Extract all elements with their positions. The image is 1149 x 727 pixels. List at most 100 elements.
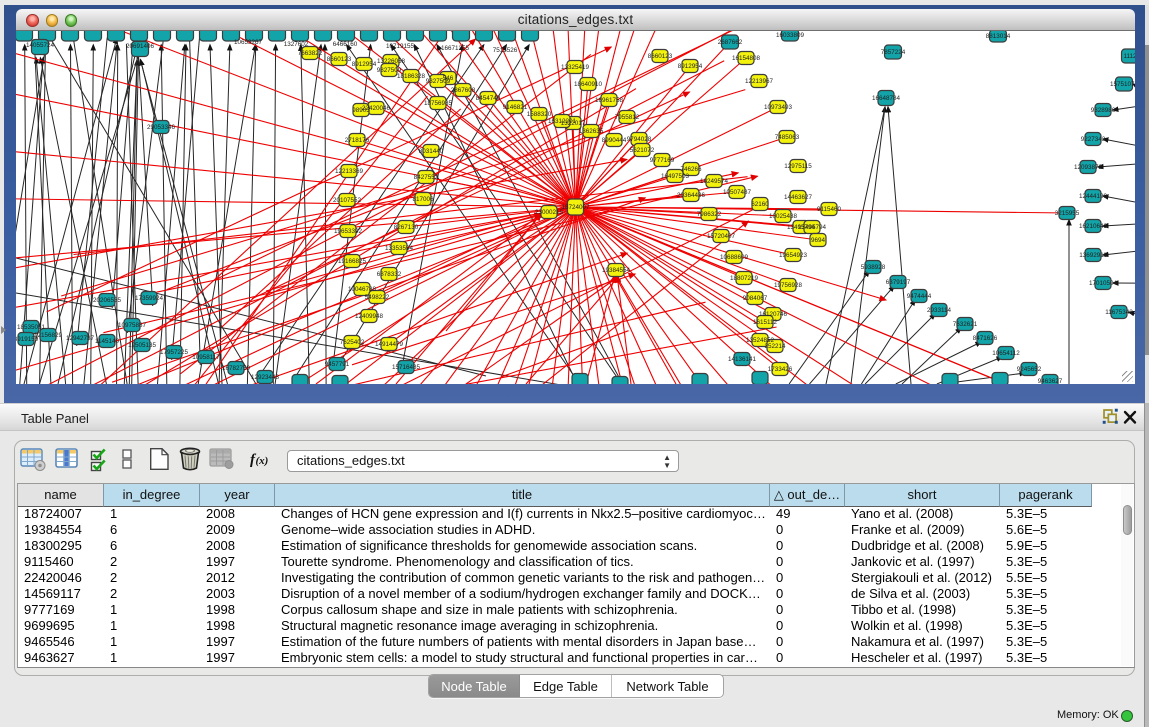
svg-text:9227343: 9227343 xyxy=(1081,136,1106,143)
svg-text:16312201: 16312201 xyxy=(548,118,577,125)
svg-text:20107552: 20107552 xyxy=(333,197,362,204)
svg-text:1362635: 1362635 xyxy=(579,128,604,135)
svg-text:9327509: 9327509 xyxy=(426,78,451,85)
svg-text:8912954: 8912954 xyxy=(678,63,703,70)
svg-text:16497503: 16497503 xyxy=(661,173,690,180)
svg-text:10958117: 10958117 xyxy=(192,354,220,361)
svg-text:11675342: 11675342 xyxy=(1105,309,1133,316)
svg-text:12156829: 12156829 xyxy=(34,332,63,339)
svg-text:17359924: 17359924 xyxy=(135,295,164,302)
svg-text:18186328: 18186328 xyxy=(397,73,426,80)
svg-text:6878332: 6878332 xyxy=(377,271,402,278)
svg-text:20364436: 20364436 xyxy=(677,192,706,199)
svg-text:9694: 9694 xyxy=(811,237,826,244)
svg-text:15751074: 15751074 xyxy=(1110,81,1135,88)
svg-text:8813014: 8813014 xyxy=(986,33,1011,40)
svg-text:8031440: 8031440 xyxy=(419,148,444,155)
svg-text:7857224: 7857224 xyxy=(881,49,906,56)
svg-text:16671355: 16671355 xyxy=(441,45,470,52)
svg-text:16648784: 16648784 xyxy=(872,95,901,102)
svg-text:20206535: 20206535 xyxy=(93,297,122,304)
svg-text:16249574: 16249574 xyxy=(700,178,729,185)
svg-text:17010504: 17010504 xyxy=(1089,280,1118,287)
svg-text:8912954: 8912954 xyxy=(352,61,377,68)
svg-text:13353594: 13353594 xyxy=(385,245,414,252)
svg-text:7955812: 7955812 xyxy=(615,114,640,121)
svg-text:18640910: 18640910 xyxy=(574,81,603,88)
svg-text:19653392: 19653392 xyxy=(334,228,363,235)
svg-text:252214: 252214 xyxy=(764,343,786,350)
svg-text:12444199: 12444199 xyxy=(1079,193,1108,200)
svg-text:18535051: 18535051 xyxy=(17,324,46,331)
svg-text:12213967: 12213967 xyxy=(745,78,774,85)
svg-text:12505135: 12505135 xyxy=(128,342,157,349)
svg-text:5621072: 5621072 xyxy=(630,147,655,154)
svg-text:9115460: 9115460 xyxy=(817,206,842,213)
svg-text:16154808: 16154808 xyxy=(732,55,761,62)
svg-text:9474444: 9474444 xyxy=(907,293,932,300)
svg-text:6466160: 6466160 xyxy=(333,41,358,48)
svg-text:10688609: 10688609 xyxy=(720,254,749,261)
svg-text:18807219: 18807219 xyxy=(730,275,759,282)
svg-text:9146821: 9146821 xyxy=(503,104,528,111)
svg-text:12213369: 12213369 xyxy=(335,168,364,175)
svg-text:17957225: 17957225 xyxy=(160,349,189,356)
svg-text:15716485: 15716485 xyxy=(392,364,421,371)
svg-text:10046788: 10046788 xyxy=(348,286,377,293)
svg-text:7625402: 7625402 xyxy=(340,339,365,346)
svg-text:7663822: 7663822 xyxy=(298,50,323,57)
svg-text:817006: 817006 xyxy=(412,196,434,203)
svg-text:9777169: 9777169 xyxy=(650,157,675,164)
svg-text:62160: 62160 xyxy=(751,201,769,208)
svg-text:6379197: 6379197 xyxy=(886,279,911,286)
svg-text:7515526: 7515526 xyxy=(493,47,518,54)
svg-text:15720407: 15720407 xyxy=(707,233,736,240)
svg-text:1112: 1112 xyxy=(1123,53,1135,60)
svg-text:10973493: 10973493 xyxy=(764,104,793,111)
svg-text:2933114: 2933114 xyxy=(927,307,952,314)
svg-text:10975887: 10975887 xyxy=(118,322,147,329)
svg-text:(x): (x) xyxy=(256,455,269,467)
svg-text:23000215: 23000215 xyxy=(535,209,564,216)
svg-text:10653267: 10653267 xyxy=(234,39,263,46)
svg-text:8267130: 8267130 xyxy=(394,224,419,231)
svg-text:9457791: 9457791 xyxy=(325,361,350,368)
svg-text:1615112: 1615112 xyxy=(753,319,778,326)
svg-text:2687662: 2687662 xyxy=(718,39,743,46)
svg-text:3215955: 3215955 xyxy=(1055,210,1080,217)
svg-text:8427552: 8427552 xyxy=(414,174,439,181)
svg-text:7632621: 7632621 xyxy=(953,321,978,328)
svg-text:1588320: 1588320 xyxy=(527,111,552,118)
svg-text:18724007: 18724007 xyxy=(561,204,590,211)
svg-text:9084067: 9084067 xyxy=(743,295,768,302)
svg-text:2718176: 2718176 xyxy=(345,137,370,144)
svg-text:12942737: 12942737 xyxy=(66,335,95,342)
svg-text:8454749: 8454749 xyxy=(476,95,501,102)
svg-text:14463627: 14463627 xyxy=(784,194,813,201)
svg-text:9328986: 9328986 xyxy=(1091,107,1116,114)
svg-text:7485063: 7485063 xyxy=(775,134,800,141)
svg-text:10719155: 10719155 xyxy=(386,43,415,50)
svg-text:1733426: 1733426 xyxy=(768,366,793,373)
svg-text:16120746: 16120746 xyxy=(759,311,788,318)
svg-text:5938928: 5938928 xyxy=(861,264,886,271)
svg-text:9245652: 9245652 xyxy=(1017,366,1042,373)
svg-text:19166825: 19166825 xyxy=(338,258,367,265)
svg-text:19756928: 19756928 xyxy=(774,282,803,289)
svg-text:1327602: 1327602 xyxy=(284,41,309,48)
svg-text:14055724: 14055724 xyxy=(26,42,55,49)
svg-text:8660123: 8660123 xyxy=(327,56,352,63)
svg-text:10654112: 10654112 xyxy=(992,350,1020,357)
svg-text:10507487: 10507487 xyxy=(723,189,752,196)
svg-text:13692911: 13692911 xyxy=(1079,252,1107,259)
svg-text:12093872: 12093872 xyxy=(1074,164,1103,171)
svg-text:19654923: 19654923 xyxy=(779,252,808,259)
svg-text:1145140: 1145140 xyxy=(95,338,120,345)
svg-text:12975115: 12975115 xyxy=(784,163,812,170)
svg-text:16033809: 16033809 xyxy=(776,32,805,39)
svg-text:8660123: 8660123 xyxy=(648,53,673,60)
svg-text:14136141: 14136141 xyxy=(728,356,757,363)
svg-text:12409948: 12409948 xyxy=(355,313,384,320)
svg-text:98903: 98903 xyxy=(352,107,370,114)
svg-text:8990444: 8990444 xyxy=(602,137,627,144)
